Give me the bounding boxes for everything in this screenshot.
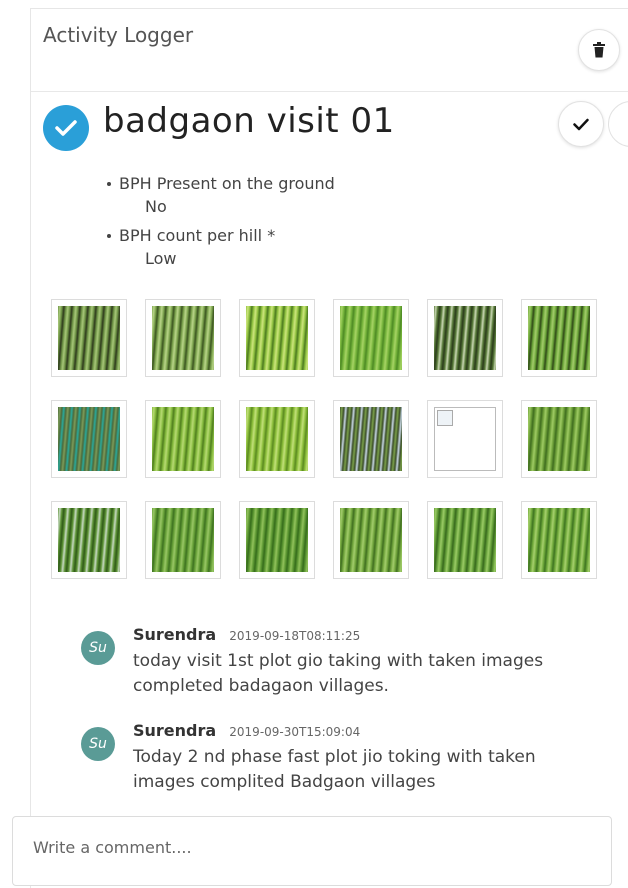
broken-image [434,407,496,471]
comment-author: Surendra [133,625,217,644]
comment-text: today visit 1st plot gio taking with tak… [133,651,544,696]
image-thumbnail[interactable] [145,299,221,377]
rice-field-photo-5 [434,306,496,370]
field-bph-count: BPH count per hill * Low [105,225,585,271]
field-label: BPH count per hill * [105,225,585,247]
field-value: Low [145,249,177,268]
comment: Su Surendra 2019-09-18T08:11:25 today vi… [81,619,628,715]
rice-field-photo-4 [340,306,402,370]
mark-done-button[interactable] [558,101,604,147]
delete-button[interactable] [578,29,620,71]
broken-image-icon [437,410,453,426]
image-thumbnail[interactable] [427,501,503,579]
comment-input[interactable] [31,837,575,858]
comment-timestamp: 2019-09-18T08:11:25 [229,629,361,643]
image-thumbnail[interactable] [239,400,315,478]
rice-field-photo-12 [528,407,590,471]
activity-title: badgaon visit 01 [103,101,395,141]
rice-field-photo-16 [340,508,402,572]
field-bph-present: BPH Present on the ground No [105,173,585,219]
field-label: BPH Present on the ground [105,173,585,195]
comment-text: Today 2 nd phase fast plot jio toking wi… [133,747,536,792]
activity-title-row: badgaon visit 01 [31,97,628,157]
checkmark-icon [573,118,589,130]
image-thumbnail[interactable] [239,501,315,579]
image-thumbnail[interactable] [239,299,315,377]
comment-list: Su Surendra 2019-09-18T08:11:25 today vi… [81,619,628,811]
rice-field-photo-6 [528,306,590,370]
image-thumbnail[interactable] [51,501,127,579]
comment: Su Surendra 2019-09-30T15:09:04 Today 2 … [81,715,628,811]
more-actions-button[interactable] [608,101,628,147]
field-value: No [145,197,167,216]
avatar: Su [81,727,115,761]
rice-field-photo-14 [152,508,214,572]
image-thumbnail[interactable] [333,400,409,478]
header-bar: Activity Logger [31,9,628,92]
comment-box [12,816,612,886]
image-thumbnail[interactable] [145,400,221,478]
image-thumbnail[interactable] [521,299,597,377]
image-thumbnail[interactable] [427,400,503,478]
activity-fields: BPH Present on the ground No BPH count p… [105,173,585,277]
rice-field-photo-8 [152,407,214,471]
image-thumbnail[interactable] [51,400,127,478]
comment-timestamp: 2019-09-30T15:09:04 [229,725,361,739]
rice-field-photo-1 [58,306,120,370]
rice-field-photo-15 [246,508,308,572]
image-thumbnail[interactable] [521,501,597,579]
rice-field-photo-7 [58,407,120,471]
image-thumbnail[interactable] [427,299,503,377]
comment-author: Surendra [133,721,217,740]
rice-field-photo-18 [528,508,590,572]
check-circle-icon[interactable] [43,105,89,151]
rice-field-photo-9 [246,407,308,471]
image-thumbnail[interactable] [145,501,221,579]
rice-field-photo-3 [246,306,308,370]
rice-field-photo-17 [434,508,496,572]
rice-field-photo-13 [58,508,120,572]
avatar: Su [81,631,115,665]
image-thumbnail[interactable] [333,299,409,377]
app-title: Activity Logger [43,23,194,47]
image-thumbnail[interactable] [521,400,597,478]
rice-field-photo-10 [340,407,402,471]
image-thumbnail[interactable] [51,299,127,377]
image-thumbnail[interactable] [333,501,409,579]
rice-field-photo-2 [152,306,214,370]
activity-panel: Activity Logger badgaon visit 01 BPH Pre… [30,8,628,888]
trash-icon [593,42,605,58]
